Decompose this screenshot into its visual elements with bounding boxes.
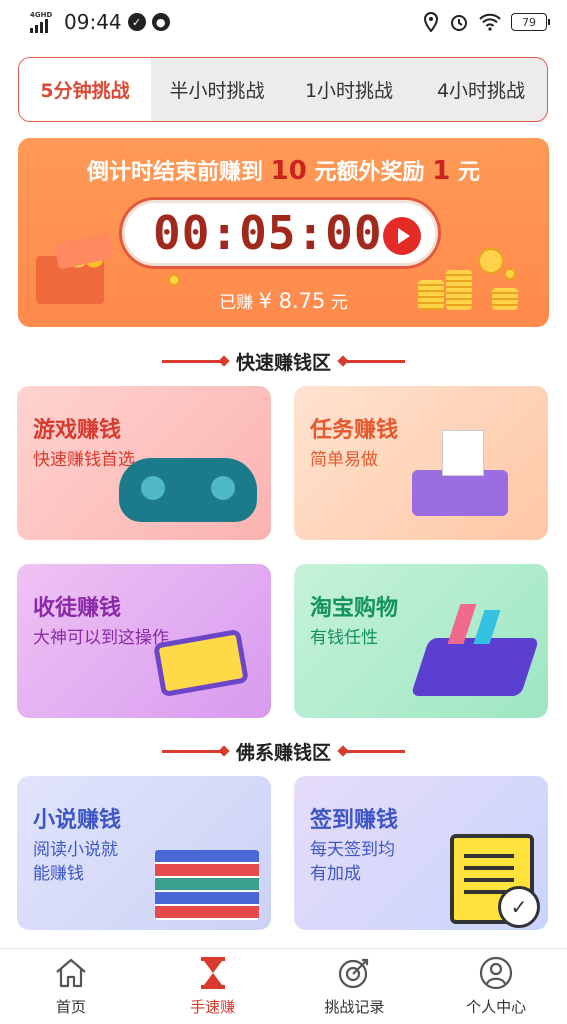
books-icon [155,850,259,920]
message-icon: ● [151,13,170,31]
card-task-earn[interactable]: 任务赚钱 简单易做 [294,386,548,540]
card-subtitle-line: 每天签到均 [310,840,395,860]
bonus-amount: 1 [432,156,451,186]
card-title: 签到赚钱 [310,808,399,833]
card-subtitle: 简单易做 [310,450,378,470]
earned-unit: 元 [330,293,348,313]
tab-4hour[interactable]: 4小时挑战 [415,58,547,121]
tab-5min[interactable]: 5分钟挑战 [19,58,151,121]
card-subtitle: 快速赚钱首选 [33,450,135,470]
card-signin-earn[interactable]: 签到赚钱 每天签到均 有加成 [294,776,548,930]
person-icon [479,956,513,990]
wifi-icon [479,13,501,31]
status-bar: 4GHD 09:44 ✓ ● 79 [0,0,567,44]
coin-icon [478,248,504,274]
alarm-icon [451,15,467,31]
battery-icon: 79 [511,13,550,31]
divider [161,360,224,363]
earned-amount: 已赚 ¥ 8.75 元 [18,288,549,313]
card-title: 任务赚钱 [310,418,399,443]
card-title: 收徒赚钱 [33,596,122,621]
target-amount: 10 [270,156,307,186]
tab-half-hour[interactable]: 半小时挑战 [151,58,283,121]
countdown-timer: 00:05:00 [122,200,438,266]
banner-title-post: 元 [457,160,480,185]
battery-level: 79 [522,15,536,29]
nav-label: 手速赚 [190,998,236,1016]
card-taobao-shopping[interactable]: 淘宝购物 有钱任性 [294,564,548,718]
bottom-nav: 首页 手速赚 挑战记录 个人中心 [0,948,567,1024]
network-type: 4GHD [30,11,53,19]
earned-value: ¥ 8.75 [258,289,326,313]
card-game-earn[interactable]: 游戏赚钱 快速赚钱首选 [17,386,271,540]
nav-speed-earn[interactable]: 手速赚 [142,949,284,1024]
play-button[interactable] [383,217,421,255]
banner-title: 倒计时结束前赚到 10 元额外奖励 1 元 [18,154,549,186]
section-header-buddha: 佛系赚钱区 [0,738,567,765]
divider [343,750,405,753]
nav-challenge-records[interactable]: 挑战记录 [284,949,426,1024]
printer-icon [412,430,508,516]
section-header-quick: 快速赚钱区 [0,348,567,375]
nav-home[interactable]: 首页 [0,949,142,1024]
signal-icon: 4GHD [30,11,54,33]
card-subtitle: 每天签到均 有加成 [310,838,395,886]
tab-1hour[interactable]: 1小时挑战 [283,58,415,121]
coin-icon [504,268,516,280]
challenge-banner: 倒计时结束前赚到 10 元额外奖励 1 元 00:05:00 已赚 ¥ 8.75… [18,138,549,327]
divider [161,750,224,753]
card-subtitle-line: 阅读小说就 [33,840,118,860]
earned-label: 已赚 [219,293,254,313]
card-recruit-earn[interactable]: 收徒赚钱 大神可以到这操作 [17,564,271,718]
section-title-quick: 快速赚钱区 [235,352,331,374]
card-title: 小说赚钱 [33,808,122,833]
location-icon [423,12,439,32]
timer-value: 00:05:00 [153,206,383,260]
banner-title-mid: 元额外奖励 [314,160,425,185]
status-time: 09:44 [64,10,122,34]
challenge-tabs: 5分钟挑战 半小时挑战 1小时挑战 4小时挑战 [18,57,548,122]
home-icon [54,956,88,990]
nav-label: 挑战记录 [324,998,385,1016]
card-subtitle: 大神可以到这操作 [33,628,169,648]
nav-label: 个人中心 [466,998,527,1016]
card-title: 淘宝购物 [310,596,399,621]
card-novel-earn[interactable]: 小说赚钱 阅读小说就 能赚钱 [17,776,271,930]
divider [343,360,405,363]
target-icon [337,956,371,990]
gamepad-icon [119,458,257,522]
check-badge-icon: ✓ [127,13,146,31]
coin-icon [168,274,180,286]
card-subtitle: 有钱任性 [310,628,378,648]
card-title: 游戏赚钱 [33,418,122,443]
calendar-check-icon [450,834,540,928]
card-subtitle-line: 有加成 [310,864,361,884]
shopping-phone-icon [410,638,540,696]
card-subtitle: 阅读小说就 能赚钱 [33,838,118,886]
section-title-buddha: 佛系赚钱区 [235,742,331,764]
hourglass-icon [196,956,230,990]
banner-title-pre: 倒计时结束前赚到 [86,160,263,185]
nav-profile[interactable]: 个人中心 [425,949,567,1024]
card-subtitle-line: 能赚钱 [33,864,84,884]
nav-label: 首页 [55,998,86,1016]
